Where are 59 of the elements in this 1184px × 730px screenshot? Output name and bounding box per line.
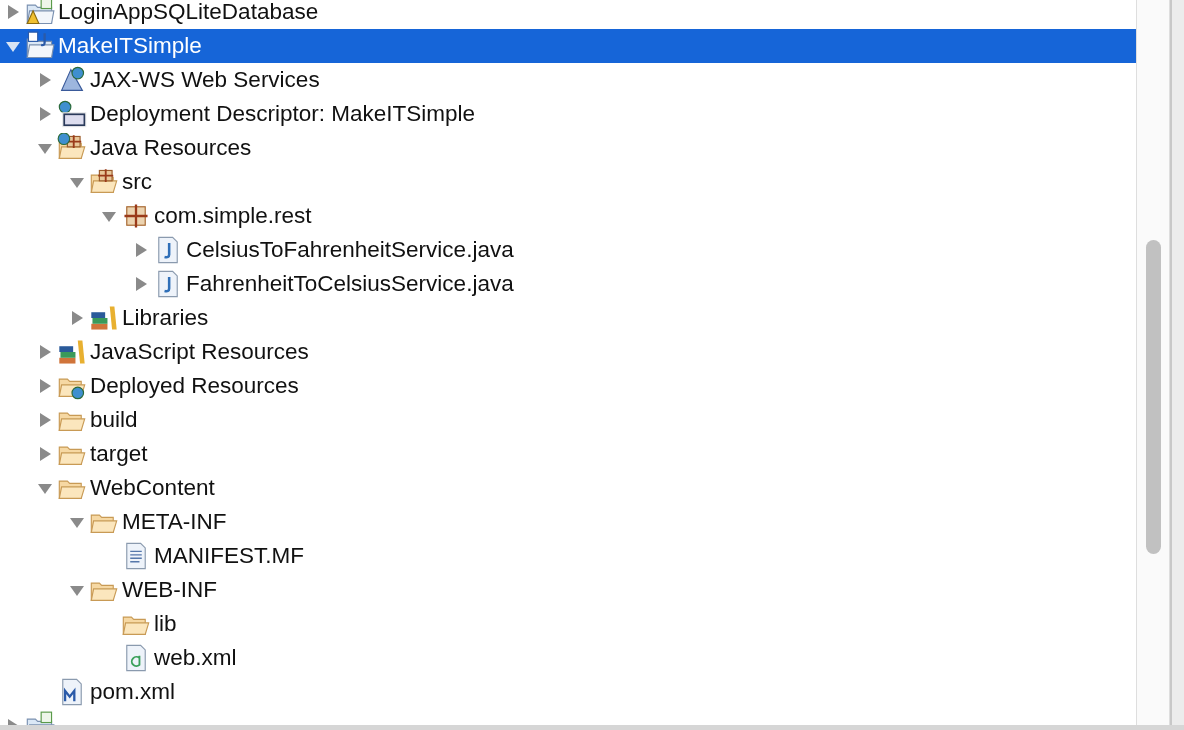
expand-arrow-icon[interactable] — [5, 4, 21, 20]
tree-item-label: META-INF — [122, 509, 227, 535]
tree-item[interactable]: web.xml — [0, 641, 1137, 675]
tree-item[interactable]: Java Resources — [0, 131, 1137, 165]
books-icon — [57, 337, 87, 367]
tree-item[interactable]: WEB-INF — [0, 573, 1137, 607]
tree-item[interactable]: target — [0, 437, 1137, 471]
tree-item[interactable]: JavaScript Resources — [0, 335, 1137, 369]
tree-item[interactable]: com.simple.rest — [0, 199, 1137, 233]
scrollbar-thumb[interactable] — [1145, 240, 1161, 554]
tree-item[interactable]: CelsiusToFahrenheitService.java — [0, 233, 1137, 267]
tree-item[interactable]: META-INF — [0, 505, 1137, 539]
expand-arrow-icon[interactable] — [37, 412, 53, 428]
tree-item-label: lib — [154, 611, 177, 637]
tree-item[interactable]: build — [0, 403, 1137, 437]
package-icon — [121, 201, 151, 231]
expand-arrow-icon[interactable] — [37, 378, 53, 394]
tree-item-label: JavaScript Resources — [90, 339, 309, 365]
expand-arrow-icon[interactable] — [133, 276, 149, 292]
tree-item[interactable]: FahrenheitToCelsiusService.java — [0, 267, 1137, 301]
expand-arrow-icon[interactable] — [69, 310, 85, 326]
tree-item-label: JAX-WS Web Services — [90, 67, 320, 93]
expand-arrow-icon[interactable] — [37, 446, 53, 462]
tree-item[interactable]: lib — [0, 607, 1137, 641]
expand-arrow-icon[interactable] — [133, 242, 149, 258]
tree-item-label: Deployment Descriptor: MakeITSimple — [90, 101, 476, 127]
tree-item-label: Deployed Resources — [90, 373, 299, 399]
tree-item-label: build — [90, 407, 138, 433]
project-icon — [25, 31, 55, 61]
tree-item[interactable]: JAX-WS Web Services — [0, 63, 1137, 97]
tree-item[interactable]: Deployed Resources — [0, 369, 1137, 403]
expand-arrow-icon[interactable] — [37, 72, 53, 88]
tree-item[interactable]: LoginAppSQLiteDatabase — [0, 0, 1137, 29]
vertical-scrollbar[interactable] — [1136, 0, 1171, 725]
tree-item[interactable]: pom.xml — [0, 675, 1137, 709]
tree-item[interactable]: WebContent — [0, 471, 1137, 505]
tree-item-label: pom.xml — [90, 679, 175, 705]
tree-item[interactable]: Libraries — [0, 301, 1137, 335]
tree-item-label: WebContent — [90, 475, 215, 501]
tree-item-label: FahrenheitToCelsiusService.java — [186, 271, 514, 297]
tree-item-label: MakeITSimple — [58, 33, 202, 59]
tree-item-label: com.simple.rest — [154, 203, 312, 229]
tree-item-label: target — [90, 441, 148, 467]
tree-item-label: Libraries — [122, 305, 209, 331]
tree-item-label: LoginAppSQLiteDatabase — [58, 0, 319, 25]
expand-arrow-icon[interactable] — [37, 106, 53, 122]
tree-item[interactable]: MANIFEST.MF — [0, 539, 1137, 573]
tree-item-label: Java Resources — [90, 135, 252, 161]
tree-item-label: src — [122, 169, 152, 195]
tree-item[interactable]: MakeITSimple — [0, 29, 1137, 63]
tree-item-label: web.xml — [154, 645, 237, 671]
expand-arrow-icon[interactable] — [37, 344, 53, 360]
tree-item-label: MANIFEST.MF — [154, 543, 304, 569]
tree-item-label: CelsiusToFahrenheitService.java — [186, 237, 514, 263]
tree-item-label: WEB-INF — [122, 577, 217, 603]
tree-item[interactable]: Deployment Descriptor: MakeITSimple — [0, 97, 1137, 131]
tree-item[interactable]: src — [0, 165, 1137, 199]
project-warning-icon — [25, 0, 55, 27]
books-icon — [89, 303, 119, 333]
